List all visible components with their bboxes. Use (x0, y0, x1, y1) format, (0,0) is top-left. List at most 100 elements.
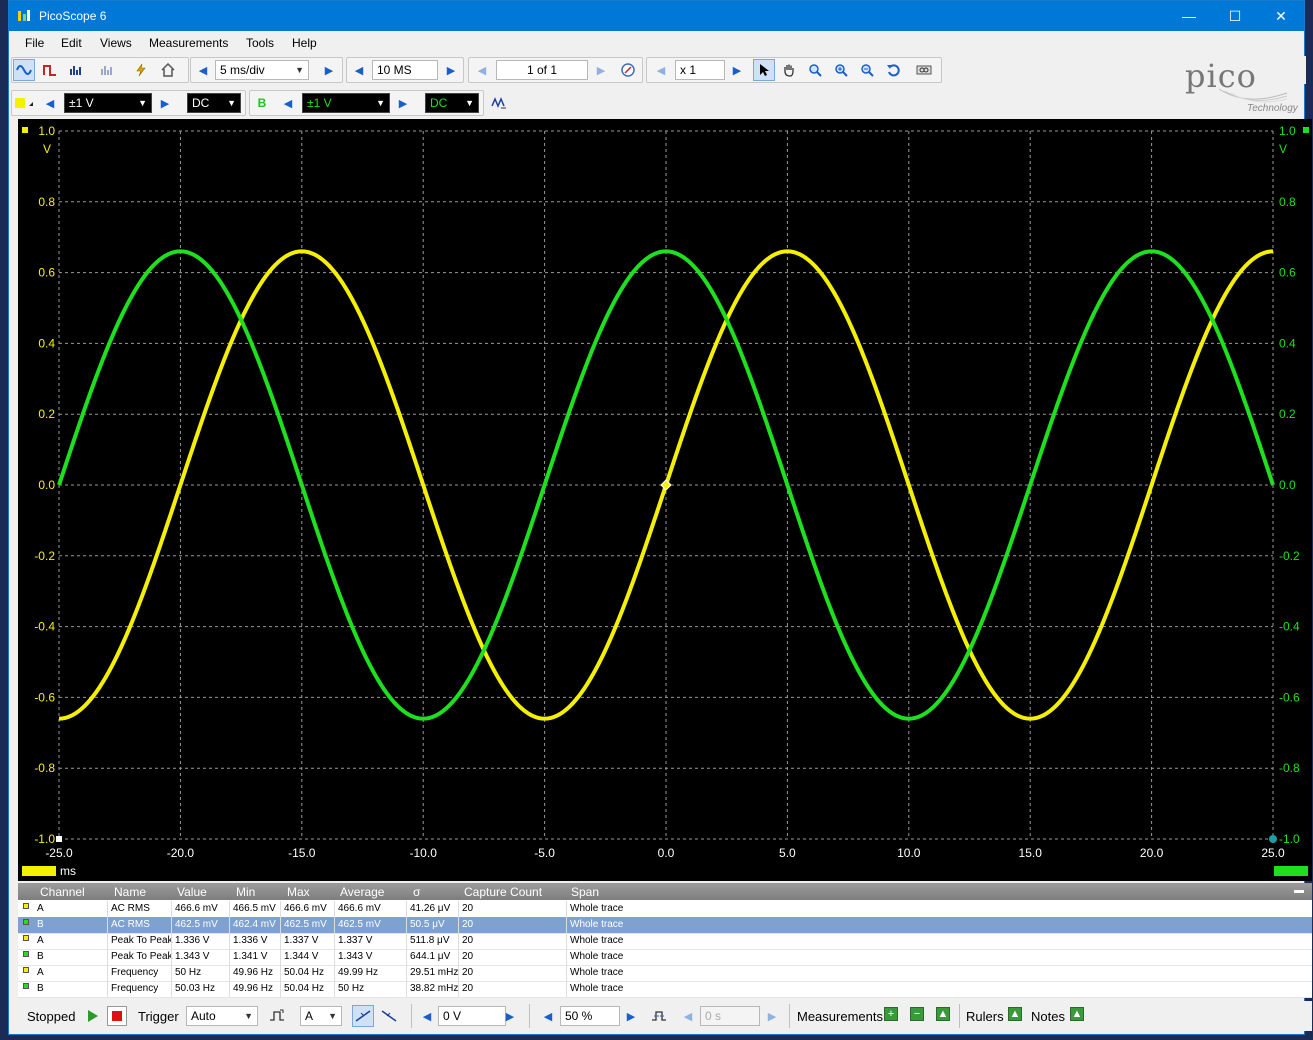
edit-measurement-icon[interactable]: ▲ (936, 1007, 950, 1021)
cell-capture-count: 20 (462, 967, 474, 978)
notes-toggle-icon[interactable]: ▲ (1070, 1007, 1084, 1021)
channel-b-range-select[interactable]: ±1 V ▼ (302, 93, 390, 113)
signal-generator-icon[interactable] (488, 92, 510, 114)
ruler-handle[interactable] (1269, 835, 1277, 843)
trigger-channel-select[interactable]: A ▼ (300, 1006, 342, 1026)
buffer-next-icon[interactable]: ▶ (591, 59, 611, 81)
chevron-down-icon: ▼ (295, 65, 304, 75)
delay-input[interactable]: 0 s (700, 1006, 760, 1026)
zoom-select-icon[interactable] (804, 59, 826, 81)
pretrigger-next-icon[interactable]: ▶ (621, 1005, 641, 1027)
delay-prev-icon[interactable]: ◀ (678, 1005, 698, 1027)
undo-zoom-icon[interactable] (882, 59, 904, 81)
trigger-marker[interactable] (660, 479, 672, 491)
scope-mode-icon[interactable] (13, 59, 35, 81)
timebase-select[interactable]: 5 ms/div ▼ (215, 60, 309, 80)
column-header-max[interactable]: Max (287, 885, 310, 899)
ruler-handle-left[interactable] (56, 836, 62, 842)
maximize-button[interactable]: ☐ (1212, 1, 1258, 31)
column-header-span[interactable]: Span (571, 885, 599, 899)
zoom-input[interactable]: x 1 (675, 60, 725, 80)
column-header-name[interactable]: Name (114, 885, 146, 899)
channel-a-options-icon[interactable] (13, 92, 35, 114)
buffer-navigator-icon[interactable] (617, 59, 639, 81)
trigger-mode-select[interactable]: Auto ▼ (186, 1006, 258, 1026)
channel-b-coupling-select[interactable]: DC ▼ (425, 93, 479, 113)
samples-next-icon[interactable]: ▶ (441, 59, 461, 81)
close-button[interactable]: ✕ (1258, 1, 1304, 31)
menu-views[interactable]: Views (100, 36, 132, 50)
home-icon[interactable] (157, 59, 179, 81)
table-row[interactable]: B Peak To Peak 1.343 V 1.341 V 1.344 V 1.343 … (18, 949, 1312, 966)
x-axis-scale-marker[interactable] (22, 866, 56, 876)
channel-b-range-next-icon[interactable]: ▶ (393, 92, 413, 114)
remove-measurement-icon[interactable]: − (910, 1007, 924, 1021)
channel-b-options-icon[interactable]: B (251, 92, 273, 114)
channel-a-range-next-icon[interactable]: ▶ (155, 92, 175, 114)
column-header-average[interactable]: Average (340, 885, 384, 899)
timebase-prev-icon[interactable]: ◀ (193, 59, 213, 81)
menu-help[interactable]: Help (292, 36, 317, 50)
buffer-position-input[interactable]: 1 of 1 (496, 60, 588, 80)
threshold-next-icon[interactable]: ▶ (500, 1005, 520, 1027)
samples-prev-icon[interactable]: ◀ (349, 59, 369, 81)
column-divider (171, 965, 172, 981)
column-header-min[interactable]: Min (236, 885, 255, 899)
hand-tool-icon[interactable] (778, 59, 800, 81)
column-header-channel[interactable]: Channel (40, 885, 85, 899)
rising-edge-icon[interactable] (352, 1005, 374, 1027)
channel-a-coupling-select[interactable]: DC ▼ (187, 93, 241, 113)
minimize-button[interactable]: — (1166, 1, 1212, 31)
menu-file[interactable]: File (25, 36, 44, 50)
table-scroll-icon[interactable] (1294, 890, 1304, 893)
column-divider (334, 917, 335, 933)
stop-button[interactable] (107, 1006, 127, 1026)
channel-b-scale-marker[interactable] (1274, 866, 1308, 876)
falling-edge-icon[interactable] (378, 1005, 400, 1027)
start-icon[interactable] (88, 1010, 98, 1022)
buffer-prev-icon[interactable]: ◀ (472, 59, 492, 81)
pointer-tool-icon[interactable] (753, 59, 775, 81)
post-trigger-delay-icon[interactable] (648, 1005, 670, 1027)
channel-b-axis-marker[interactable] (1303, 127, 1309, 133)
cell-value: 462.5 mV (175, 919, 218, 930)
zoom-in-icon[interactable] (830, 59, 852, 81)
menu-measurements[interactable]: Measurements (149, 36, 228, 50)
status-bar: Stopped Trigger Auto ▼ A ▼ ◀ 0 V ▶ ◀ 50 % … (18, 1001, 1312, 1031)
waveform-chart[interactable]: 1.0 1.0 0.8 0.8 0.6 0.6 0.4 0.4 0.2 0.2 0.0 0.0 -0.2… (18, 119, 1312, 881)
channel-a-range-select[interactable]: ±1 V ▼ (64, 93, 152, 113)
column-header-value[interactable]: Value (177, 885, 207, 899)
channel-a-range-prev-icon[interactable]: ◀ (40, 92, 60, 114)
menu-edit[interactable]: Edit (61, 36, 82, 50)
auto-setup-icon[interactable] (130, 59, 152, 81)
table-row[interactable]: A Frequency 50 Hz 49.96 Hz 50.04 Hz 49.99 Hz 2… (18, 965, 1312, 982)
channel-b-range-prev-icon[interactable]: ◀ (278, 92, 298, 114)
delay-next-icon[interactable]: ▶ (762, 1005, 782, 1027)
table-row[interactable]: B AC RMS 462.5 mV 462.4 mV 462.5 mV 462.5 mV 5… (18, 917, 1312, 934)
spectrum-mode-icon[interactable] (65, 59, 87, 81)
cell-name: Peak To Peak (111, 951, 173, 962)
persistence-mode-icon[interactable] (39, 59, 61, 81)
samples-input[interactable]: 10 MS (372, 60, 438, 80)
threshold-input[interactable]: 0 V (438, 1006, 506, 1026)
add-measurement-icon[interactable]: + (884, 1007, 898, 1021)
pretrigger-input[interactable]: 50 % (560, 1006, 620, 1026)
table-row[interactable]: A Peak To Peak 1.336 V 1.336 V 1.337 V 1.337 … (18, 933, 1312, 950)
threshold-prev-icon[interactable]: ◀ (417, 1005, 437, 1027)
zoom-out-icon[interactable] (856, 59, 878, 81)
table-row[interactable]: A AC RMS 466.6 mV 466.5 mV 466.6 mV 466.6 mV 4… (18, 901, 1312, 918)
advanced-trigger-icon[interactable] (266, 1005, 288, 1027)
channel-a-axis-marker[interactable] (22, 127, 28, 133)
scope-view[interactable]: 1.0 1.0 0.8 0.8 0.6 0.6 0.4 0.4 0.2 0.2 0.0 0.0 -0.2… (18, 119, 1312, 881)
table-row[interactable]: B Frequency 50.03 Hz 49.96 Hz 50.04 Hz 50 Hz 3… (18, 981, 1312, 998)
zoom-overview-icon[interactable] (913, 59, 935, 81)
column-header-capture-count[interactable]: Capture Count (464, 885, 542, 899)
menu-tools[interactable]: Tools (246, 36, 274, 50)
timebase-next-icon[interactable]: ▶ (319, 59, 339, 81)
zoom-next-icon[interactable]: ▶ (727, 59, 747, 81)
zoom-prev-icon[interactable]: ◀ (651, 59, 671, 81)
pretrigger-prev-icon[interactable]: ◀ (538, 1005, 558, 1027)
rulers-settings-icon[interactable]: ▲ (1008, 1007, 1022, 1021)
column-header-sigma[interactable]: σ (413, 885, 420, 899)
spectrum-view-icon[interactable] (96, 59, 118, 81)
